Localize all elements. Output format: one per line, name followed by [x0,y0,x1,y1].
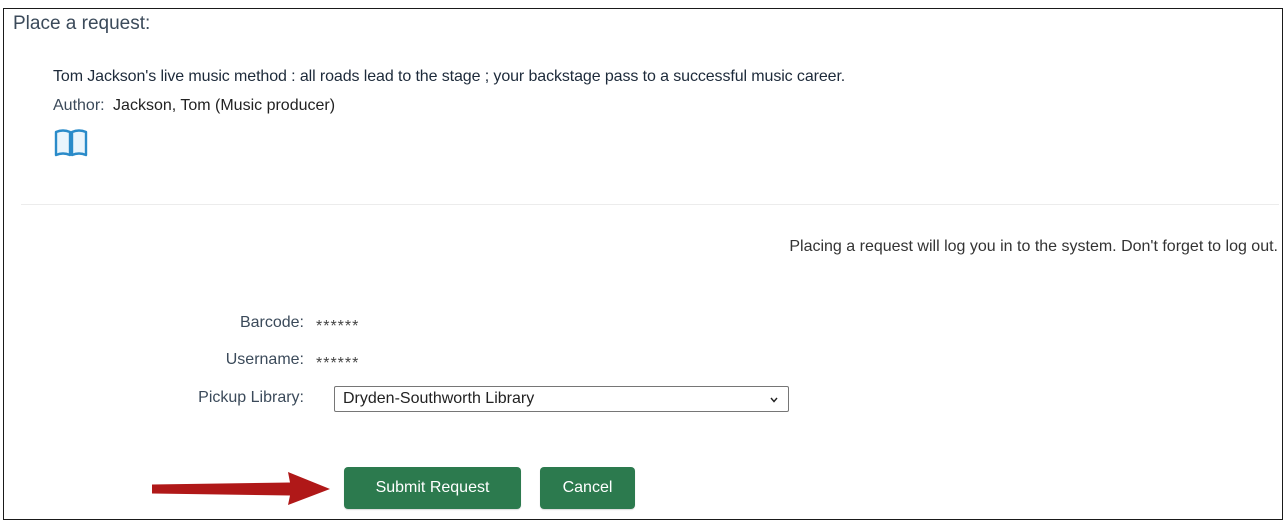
book-icon [54,129,88,157]
cancel-button[interactable]: Cancel [540,467,635,509]
chevron-down-icon [770,397,778,403]
barcode-value: ****** [316,318,360,335]
author-value: Jackson, Tom (Music producer) [113,97,336,114]
cropped-instruction-text [0,0,1288,8]
pickup-library-label: Pickup Library: [198,389,304,406]
username-value: ****** [316,355,360,372]
divider [21,204,1279,205]
submit-request-button[interactable]: Submit Request [344,467,521,509]
item-title: Tom Jackson's live music method : all ro… [53,68,846,85]
username-label: Username: [225,351,304,368]
request-panel: Place a request: Tom Jackson's live musi… [3,8,1283,520]
red-arrow-annotation [152,472,330,505]
pickup-library-selected: Dryden-Southworth Library [343,390,535,407]
barcode-label: Barcode: [239,314,304,331]
author-row: Author: Jackson, Tom (Music producer) [53,97,335,115]
author-label: Author: [53,97,105,114]
login-notice: Placing a request will log you in to the… [789,238,1278,255]
pickup-library-select[interactable]: Dryden-Southworth Library [334,386,789,412]
page-title: Place a request: [13,13,151,34]
